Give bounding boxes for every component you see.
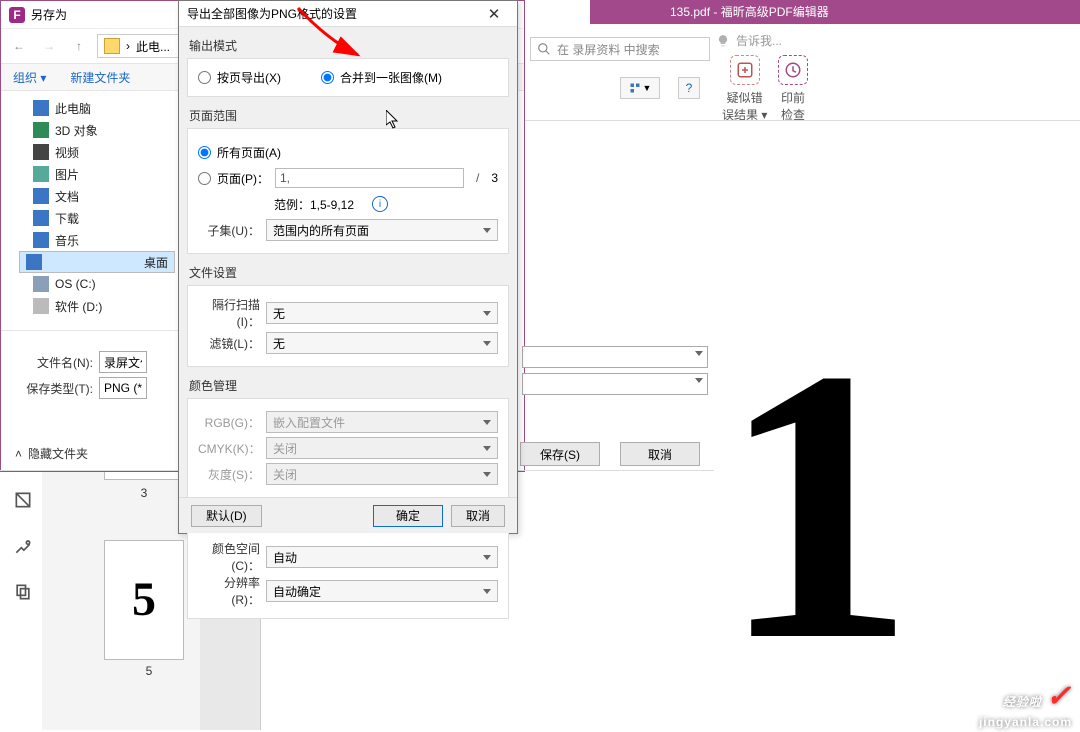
info-icon[interactable]: i xyxy=(372,196,388,212)
thumb-label-3: 3 xyxy=(104,486,184,500)
section-output-mode: 输出模式 xyxy=(187,31,509,58)
organize-menu[interactable]: 组织 ▾ xyxy=(13,69,46,86)
rgb-select: 嵌入配置文件 xyxy=(266,411,498,433)
tree-this-pc[interactable]: 此电脑 xyxy=(19,97,175,119)
filetype-select[interactable] xyxy=(99,377,147,399)
chevron-up-icon: ˄ xyxy=(15,447,22,461)
check-icon: ✓ xyxy=(1046,680,1072,713)
rgb-label: RGB(G)： xyxy=(198,414,260,431)
filename-label: 文件名(N): xyxy=(17,354,93,371)
ribbon-suspect-results[interactable]: 疑似错误结果 ▾ xyxy=(722,55,767,123)
tool-icon-3[interactable] xyxy=(13,582,33,602)
ribbon-divider xyxy=(520,120,1080,121)
gray-label: 灰度(S)： xyxy=(198,466,260,483)
filter-select[interactable]: 无 xyxy=(266,332,498,354)
page-total-sep: / xyxy=(470,171,485,185)
thumb-page-5-wrap[interactable]: 5 5 xyxy=(104,540,194,678)
tree-drive-d[interactable]: 软件 (D:) xyxy=(19,295,175,317)
tree-drive-c[interactable]: OS (C:) xyxy=(19,273,175,295)
thumb-page-5[interactable]: 5 xyxy=(104,540,184,660)
search-icon xyxy=(537,42,551,56)
ok-button[interactable]: 确定 xyxy=(373,505,443,527)
subset-select[interactable]: 范围内的所有页面 xyxy=(266,219,498,241)
tool-icon-2[interactable] xyxy=(13,536,33,556)
folder-tree[interactable]: 此电脑 3D 对象 视频 图片 文档 下载 音乐 桌面 OS (C:) 软件 (… xyxy=(1,91,179,331)
export-titlebar: 导出全部图像为PNG格式的设置 ✕ xyxy=(179,1,517,27)
chevron-down-icon xyxy=(483,420,491,425)
chevron-down-icon xyxy=(483,446,491,451)
chevron-down-icon xyxy=(483,311,491,316)
ribbon-preflight[interactable]: 印前检查 xyxy=(778,55,808,123)
colorspace-select[interactable]: 自动 xyxy=(266,546,498,568)
section-page-range: 页面范围 xyxy=(187,101,509,128)
gray-select: 关闭 xyxy=(266,463,498,485)
save-as-search[interactable]: 在 录屏资料 中搜索 xyxy=(530,37,710,61)
chevron-down-icon xyxy=(483,341,491,346)
tree-docs[interactable]: 文档 xyxy=(19,185,175,207)
tree-3d[interactable]: 3D 对象 xyxy=(19,119,175,141)
section-file-settings: 文件设置 xyxy=(187,258,509,285)
tree-images[interactable]: 图片 xyxy=(19,163,175,185)
app-titlebar: 135.pdf - 福昕高级PDF编辑器 xyxy=(590,0,1080,24)
filetype-combo-ext[interactable] xyxy=(522,373,708,395)
pages-input[interactable] xyxy=(275,168,464,188)
app-icon: F xyxy=(9,7,25,23)
new-folder-button[interactable]: 新建文件夹 xyxy=(70,69,130,86)
bulb-icon xyxy=(716,34,730,48)
nav-fwd-icon[interactable]: → xyxy=(37,34,61,58)
chevron-down-icon xyxy=(483,589,491,594)
section-color-mgmt: 颜色管理 xyxy=(187,371,509,398)
colorspace-label: 颜色空间(C)： xyxy=(198,540,260,574)
export-footer: 默认(D) 确定 取消 xyxy=(179,497,517,533)
export-title-text: 导出全部图像为PNG格式的设置 xyxy=(187,5,357,22)
chevron-down-icon xyxy=(483,228,491,233)
filename-input[interactable] xyxy=(99,351,147,373)
interlace-label: 隔行扫描(I)： xyxy=(198,296,260,330)
view-mode-button[interactable]: ▼ xyxy=(620,77,660,99)
radio-merge-one-image[interactable]: 合并到一张图像(M) xyxy=(321,69,442,86)
tree-downloads[interactable]: 下载 xyxy=(19,207,175,229)
thumb-label-5: 5 xyxy=(104,664,194,678)
save-button[interactable]: 保存(S) xyxy=(520,442,600,466)
view-icon xyxy=(629,82,641,94)
help-button[interactable]: ? xyxy=(678,77,700,99)
resolution-select[interactable]: 自动确定 xyxy=(266,580,498,602)
interlace-select[interactable]: 无 xyxy=(266,302,498,324)
cmyk-label: CMYK(K)： xyxy=(198,440,260,457)
preflight-icon xyxy=(784,61,802,79)
filetype-label: 保存类型(T): xyxy=(17,380,93,397)
cmyk-select: 关闭 xyxy=(266,437,498,459)
export-png-dialog: 导出全部图像为PNG格式的设置 ✕ 输出模式 按页导出(X) 合并到一张图像(M… xyxy=(178,0,518,534)
tell-me-search[interactable]: 告诉我... xyxy=(716,32,782,49)
tree-videos[interactable]: 视频 xyxy=(19,141,175,163)
close-icon[interactable]: ✕ xyxy=(479,5,509,23)
subset-label: 子集(U)： xyxy=(198,222,260,239)
pages-example-label: 范例：1,5-9,12 xyxy=(274,196,354,213)
tool-icon-1[interactable] xyxy=(13,490,33,510)
nav-back-icon[interactable]: ← xyxy=(7,34,31,58)
ocr-error-icon xyxy=(730,55,760,85)
resolution-label: 分辨率(R)： xyxy=(198,574,260,608)
save-as-title-text: 另存为 xyxy=(31,6,67,23)
filename-combo-ext[interactable] xyxy=(522,346,708,368)
watermark: 经验啦✓ jingyanla.com xyxy=(979,682,1072,728)
saveas-cancel-button[interactable]: 取消 xyxy=(620,442,700,466)
radio-per-page[interactable]: 按页导出(X) xyxy=(198,69,281,86)
chevron-down-icon xyxy=(483,472,491,477)
page-total: 3 xyxy=(491,171,498,185)
pdf-main-preview: 1 xyxy=(720,310,915,700)
filter-label: 滤镜(L)： xyxy=(198,335,260,352)
radio-all-pages[interactable]: 所有页面(A) xyxy=(198,144,281,161)
nav-up-icon[interactable]: ↑ xyxy=(67,34,91,58)
address-text: 此电... xyxy=(136,38,170,55)
tree-music[interactable]: 音乐 xyxy=(19,229,175,251)
left-tool-strip xyxy=(8,490,38,602)
default-button[interactable]: 默认(D) xyxy=(191,505,262,527)
radio-specific-pages[interactable]: 页面(P)： xyxy=(198,170,269,187)
folder-icon xyxy=(104,38,120,54)
tree-desktop[interactable]: 桌面 xyxy=(19,251,175,273)
export-cancel-button[interactable]: 取消 xyxy=(451,505,505,527)
chevron-down-icon xyxy=(483,555,491,560)
